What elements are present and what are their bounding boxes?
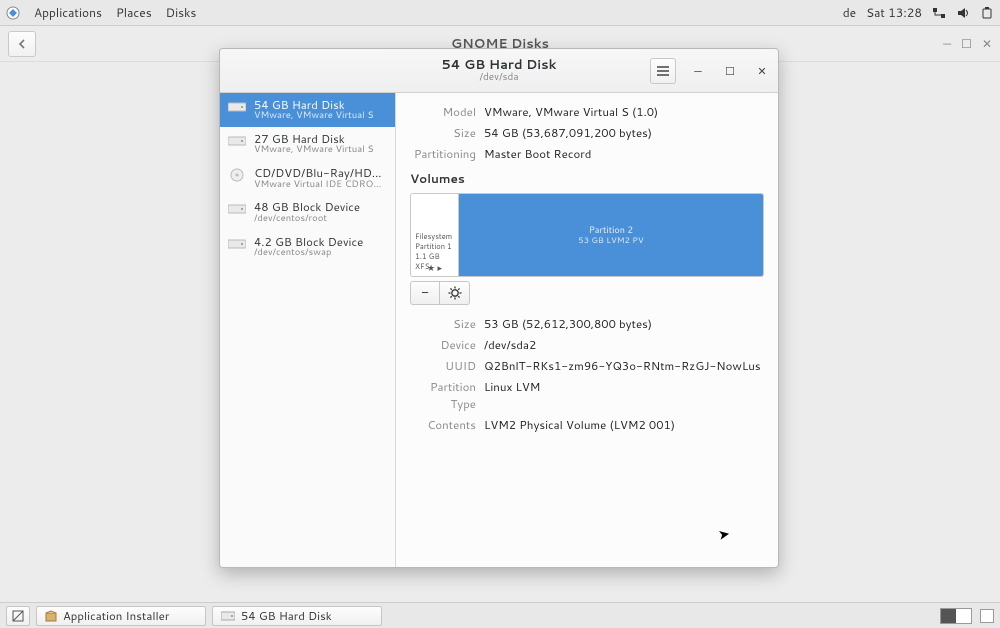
label-model: Model	[410, 103, 484, 120]
device-item-sdb[interactable]: 27 GB Hard Disk VMware, VMware Virtual S	[220, 127, 395, 161]
value-size: 54 GB (53,687,091,200 bytes)	[484, 124, 764, 141]
device-item-centos-root[interactable]: 48 GB Block Device /dev/centos/root	[220, 195, 395, 229]
window-maximize-icon[interactable]: ☐	[720, 61, 740, 81]
device-title: 27 GB Hard Disk	[254, 132, 374, 145]
device-subtitle: /dev/centos/root	[254, 214, 360, 225]
hdd-icon	[228, 237, 246, 251]
taskbar-item-installer[interactable]: Application Installer	[36, 606, 206, 626]
partition-1-line2: Partition 1	[415, 242, 454, 252]
hdd-icon	[228, 134, 246, 148]
disks-window: 54 GB Hard Disk /dev/sda — ☐ ✕ 54 GB Har…	[219, 48, 779, 568]
value-psize: 53 GB (52,612,300,800 bytes)	[484, 315, 764, 332]
shell-minimize-icon[interactable]: —	[943, 35, 951, 52]
back-button[interactable]	[8, 31, 36, 57]
clock[interactable]: Sat 13:28	[866, 4, 922, 21]
show-desktop-button[interactable]	[6, 606, 30, 626]
network-icon[interactable]	[932, 6, 946, 20]
hdd-icon	[221, 611, 235, 621]
volume-map[interactable]: Filesystem Partition 1 1.1 GB XFS ★ ▸ Pa…	[410, 193, 764, 277]
device-subtitle: VMware Virtual IDE CDROM Drive	[254, 180, 387, 191]
device-title: 4.2 GB Block Device	[254, 235, 363, 248]
disks-headerbar: 54 GB Hard Disk /dev/sda — ☐ ✕	[220, 49, 778, 93]
device-item-sda[interactable]: 54 GB Hard Disk VMware, VMware Virtual S	[220, 93, 395, 127]
volume-icon[interactable]	[956, 6, 970, 20]
taskbar-item-disks[interactable]: 54 GB Hard Disk	[212, 606, 382, 626]
menu-disks[interactable]: Disks	[166, 4, 197, 21]
package-icon	[45, 610, 57, 622]
value-pcontents: LVM2 Physical Volume (LVM2 001)	[484, 416, 764, 433]
device-subtitle: VMware, VMware Virtual S	[254, 111, 374, 122]
label-pcontents: Contents	[410, 416, 484, 433]
partition-2[interactable]: Partition 2 53 GB LVM2 PV	[459, 194, 763, 276]
optical-disc-icon	[228, 168, 246, 182]
label-psize: Size	[410, 315, 484, 332]
workspace-switcher[interactable]	[940, 608, 972, 624]
boot-star-icon: ★ ▸	[411, 261, 458, 274]
hamburger-menu-button[interactable]	[650, 58, 676, 84]
partition-2-sub: 53 GB LVM2 PV	[578, 235, 643, 246]
partition-options-button[interactable]	[440, 281, 470, 305]
shell-maximize-icon[interactable]: ☐	[961, 35, 972, 52]
device-item-cdrom[interactable]: CD/DVD/Blu-Ray/HDDVD Drive VMware Virtua…	[220, 161, 395, 195]
bottom-panel: Application Installer 54 GB Hard Disk	[0, 602, 1000, 628]
detail-pane: ModelVMware, VMware Virtual S (1.0) Size…	[396, 93, 778, 567]
taskbar-item-label: Application Installer	[63, 607, 169, 624]
shell-close-icon[interactable]: ✕	[982, 35, 992, 52]
label-partitioning: Partitioning	[410, 145, 484, 162]
label-size: Size	[410, 124, 484, 141]
label-pdevice: Device	[410, 336, 484, 353]
window-minimize-icon[interactable]: —	[688, 61, 708, 81]
hdd-icon	[228, 100, 246, 114]
label-puuid: UUID	[410, 357, 484, 374]
value-model: VMware, VMware Virtual S (1.0)	[484, 103, 764, 120]
partition-1-line1: Filesystem	[415, 232, 454, 242]
device-item-centos-swap[interactable]: 4.2 GB Block Device /dev/centos/swap	[220, 230, 395, 264]
volumes-heading: Volumes	[410, 170, 764, 187]
window-close-icon[interactable]: ✕	[752, 61, 772, 81]
device-title: CD/DVD/Blu-Ray/HDDVD Drive	[254, 166, 387, 179]
menu-applications[interactable]: Applications	[34, 4, 102, 21]
keyboard-layout-indicator[interactable]: de	[843, 4, 856, 21]
hdd-icon	[228, 202, 246, 216]
partition-1[interactable]: Filesystem Partition 1 1.1 GB XFS ★ ▸	[411, 194, 459, 276]
volume-toolbar: −	[410, 281, 764, 305]
activities-icon[interactable]	[6, 6, 20, 20]
value-partitioning: Master Boot Record	[484, 145, 764, 162]
top-panel: Applications Places Disks de Sat 13:28	[0, 0, 1000, 26]
menu-places[interactable]: Places	[116, 4, 152, 21]
taskbar-item-label: 54 GB Hard Disk	[241, 607, 332, 624]
device-subtitle: /dev/centos/swap	[254, 248, 363, 259]
value-pdevice: /dev/sda2	[484, 336, 764, 353]
device-title: 54 GB Hard Disk	[254, 98, 374, 111]
tray-placeholder-icon[interactable]	[980, 609, 994, 623]
delete-partition-button[interactable]: −	[410, 281, 440, 305]
device-list[interactable]: 54 GB Hard Disk VMware, VMware Virtual S…	[220, 93, 396, 567]
power-icon[interactable]	[980, 6, 994, 20]
label-ptype: Partition Type	[410, 378, 484, 412]
value-puuid: Q2BnlT-RKs1-zm96-YQ3o-RNtm-RzGJ-NowLus	[484, 357, 764, 374]
device-subtitle: VMware, VMware Virtual S	[254, 145, 374, 156]
device-title: 48 GB Block Device	[254, 200, 360, 213]
value-ptype: Linux LVM	[484, 378, 764, 412]
